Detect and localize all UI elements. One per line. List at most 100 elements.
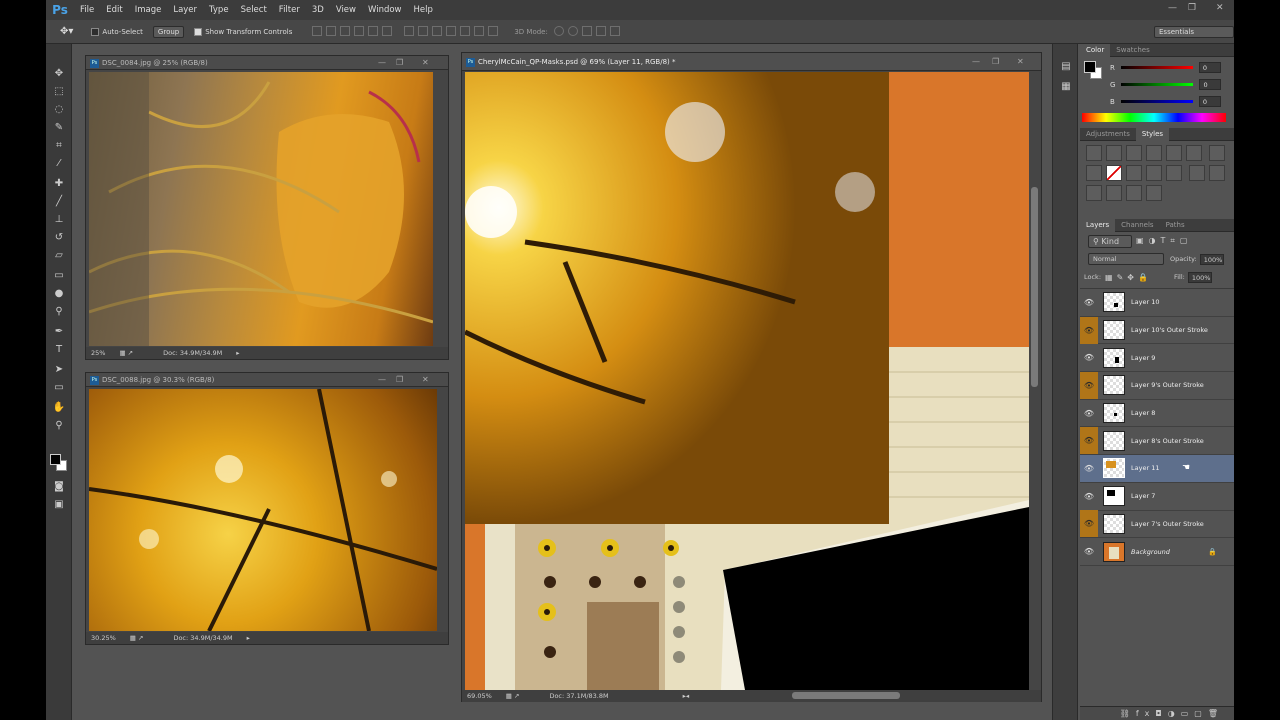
add-mask-icon[interactable]: ◘ — [1155, 709, 1167, 718]
doc-size[interactable]: Doc: 37.1M/83.8M — [549, 692, 608, 700]
filter-icons[interactable]: ▣◑T⌗▢ — [1136, 236, 1193, 246]
distribute-icons[interactable] — [402, 25, 500, 38]
crop-tool-icon[interactable]: ⌗ — [52, 139, 66, 152]
new-group-icon[interactable]: ▭ — [1181, 709, 1195, 718]
screen-mode-icon[interactable]: ▣ — [52, 498, 66, 511]
doc-minimize-icon[interactable]: — — [378, 56, 386, 70]
layer-row[interactable]: 👁 Layer 7 — [1080, 482, 1234, 511]
auto-select-checkbox[interactable]: Auto-Select — [91, 27, 143, 36]
menu-layer[interactable]: Layer — [167, 5, 203, 15]
zoom-level[interactable]: 30.25% — [91, 634, 116, 642]
style-swatch[interactable] — [1126, 145, 1142, 161]
doc-canvas[interactable] — [89, 389, 437, 631]
doc-size[interactable]: Doc: 34.9M/34.9M — [173, 634, 232, 642]
app-close-icon[interactable]: ✕ — [1216, 3, 1224, 13]
layer-row[interactable]: 👁 Background 🔒 — [1080, 538, 1234, 566]
opacity-value[interactable]: 100% — [1199, 253, 1224, 265]
style-swatch[interactable] — [1146, 185, 1162, 201]
menu-image[interactable]: Image — [129, 5, 168, 15]
style-swatch[interactable] — [1086, 185, 1102, 201]
doc-minimize-icon[interactable]: — — [378, 373, 386, 387]
doc-title-bar[interactable]: Ps DSC_0084.jpg @ 25% (RGB/8) — [86, 56, 448, 70]
visibility-eye-icon[interactable]: 👁 — [1080, 510, 1098, 538]
lasso-tool-icon[interactable]: ◌ — [52, 103, 66, 116]
tab-color[interactable]: Color — [1080, 43, 1111, 57]
tab-channels[interactable]: Channels — [1115, 219, 1159, 232]
move-tool-icon[interactable]: ✥▾ — [60, 26, 73, 37]
fill-value[interactable]: 100% — [1187, 271, 1212, 283]
b-slider[interactable] — [1120, 100, 1193, 103]
properties-panel-icon[interactable]: ▦ — [1059, 80, 1073, 93]
style-swatch[interactable] — [1106, 185, 1122, 201]
g-slider[interactable] — [1121, 83, 1194, 86]
eyedropper-tool-icon[interactable]: ⁄ — [52, 157, 66, 170]
doc-close-icon[interactable]: ✕ — [422, 56, 429, 70]
doc-window-main-psd[interactable]: Ps CherylMcCain_QP-Masks.psd @ 69% (Layer… — [461, 52, 1042, 702]
menu-file[interactable]: File — [74, 5, 100, 15]
kind-filter-dropdown[interactable]: ⚲ Kind — [1088, 234, 1132, 248]
visibility-eye-icon[interactable]: 👁 — [1080, 538, 1098, 565]
group-dropdown[interactable]: Group — [152, 25, 185, 38]
shape-tool-icon[interactable]: ▭ — [52, 381, 66, 394]
align-icons[interactable] — [310, 25, 394, 38]
blend-mode-dropdown[interactable]: Normal — [1088, 253, 1164, 265]
visibility-eye-icon[interactable]: 👁 — [1080, 400, 1098, 427]
layer-row[interactable]: 👁 Layer 7's Outer Stroke — [1080, 510, 1234, 539]
no-style-swatch[interactable] — [1106, 165, 1122, 181]
zoom-level[interactable]: 25% — [91, 349, 105, 357]
delete-layer-icon[interactable]: 🗑 — [1208, 709, 1224, 718]
horizontal-scrollbar[interactable] — [792, 692, 900, 699]
menu-3d[interactable]: 3D — [306, 5, 330, 15]
tab-swatches[interactable]: Swatches — [1110, 44, 1155, 57]
menu-filter[interactable]: Filter — [273, 5, 306, 15]
app-minimize-icon[interactable]: — — [1168, 3, 1177, 13]
dodge-tool-icon[interactable]: ⚲ — [52, 305, 66, 318]
hand-tool-icon[interactable]: ✋ — [52, 401, 66, 414]
foreground-color-swatch[interactable] — [50, 454, 61, 465]
tab-layers[interactable]: Layers — [1080, 218, 1116, 232]
menu-select[interactable]: Select — [235, 5, 273, 15]
quick-select-tool-icon[interactable]: ✎ — [52, 121, 66, 134]
doc-maximize-icon[interactable]: ❐ — [396, 373, 403, 387]
visibility-eye-icon[interactable]: 👁 — [1080, 371, 1098, 399]
layer-row[interactable]: 👁 Layer 9's Outer Stroke — [1080, 371, 1234, 400]
tab-adjustments[interactable]: Adjustments — [1080, 128, 1136, 141]
vertical-scrollbar[interactable] — [1029, 72, 1040, 690]
visibility-eye-icon[interactable]: 👁 — [1080, 316, 1098, 344]
style-swatch[interactable] — [1208, 145, 1225, 161]
doc-size[interactable]: Doc: 34.9M/34.9M — [163, 349, 222, 357]
doc-minimize-icon[interactable]: — — [972, 53, 980, 71]
brush-tool-icon[interactable]: ╱ — [52, 195, 66, 208]
style-swatch[interactable] — [1166, 145, 1182, 161]
doc-title-bar[interactable]: Ps CherylMcCain_QP-Masks.psd @ 69% (Layer… — [462, 53, 1041, 71]
menu-help[interactable]: Help — [408, 5, 439, 15]
move-tool-icon[interactable]: ✥ — [52, 67, 66, 80]
fx-icon[interactable]: fx — [1136, 709, 1156, 718]
adjustment-layer-icon[interactable]: ◑ — [1168, 709, 1181, 718]
mode-3d-icons[interactable] — [552, 25, 622, 38]
type-tool-icon[interactable]: T — [52, 343, 66, 356]
menu-view[interactable]: View — [330, 5, 362, 15]
layer-row-selected[interactable]: 👁 Layer 11 ☚ — [1080, 455, 1234, 483]
layer-row[interactable]: 👁 Layer 10's Outer Stroke — [1080, 316, 1234, 345]
layer-row[interactable]: 👁 Layer 9 — [1080, 344, 1234, 373]
r-slider[interactable] — [1120, 66, 1193, 69]
style-swatch[interactable] — [1126, 165, 1142, 181]
style-swatch[interactable] — [1166, 165, 1182, 181]
style-swatch[interactable] — [1106, 145, 1122, 161]
history-brush-tool-icon[interactable]: ↺ — [52, 231, 66, 244]
style-swatch[interactable] — [1208, 165, 1225, 181]
g-value[interactable]: 0 — [1199, 79, 1222, 90]
style-swatch[interactable] — [1186, 145, 1202, 161]
doc-canvas[interactable] — [89, 72, 433, 346]
blur-tool-icon[interactable]: ● — [52, 287, 66, 300]
visibility-eye-icon[interactable]: 👁 — [1080, 483, 1098, 510]
fg-color-chip[interactable] — [1084, 61, 1096, 73]
layer-row[interactable]: 👁 Layer 10 — [1080, 289, 1234, 317]
visibility-eye-icon[interactable]: 👁 — [1080, 455, 1098, 482]
doc-close-icon[interactable]: ✕ — [422, 373, 429, 387]
visibility-eye-icon[interactable]: 👁 — [1080, 427, 1098, 455]
doc-maximize-icon[interactable]: ❐ — [992, 53, 999, 71]
layer-row[interactable]: 👁 Layer 8 — [1080, 399, 1234, 428]
show-transform-checkbox[interactable]: Show Transform Controls — [194, 27, 292, 36]
